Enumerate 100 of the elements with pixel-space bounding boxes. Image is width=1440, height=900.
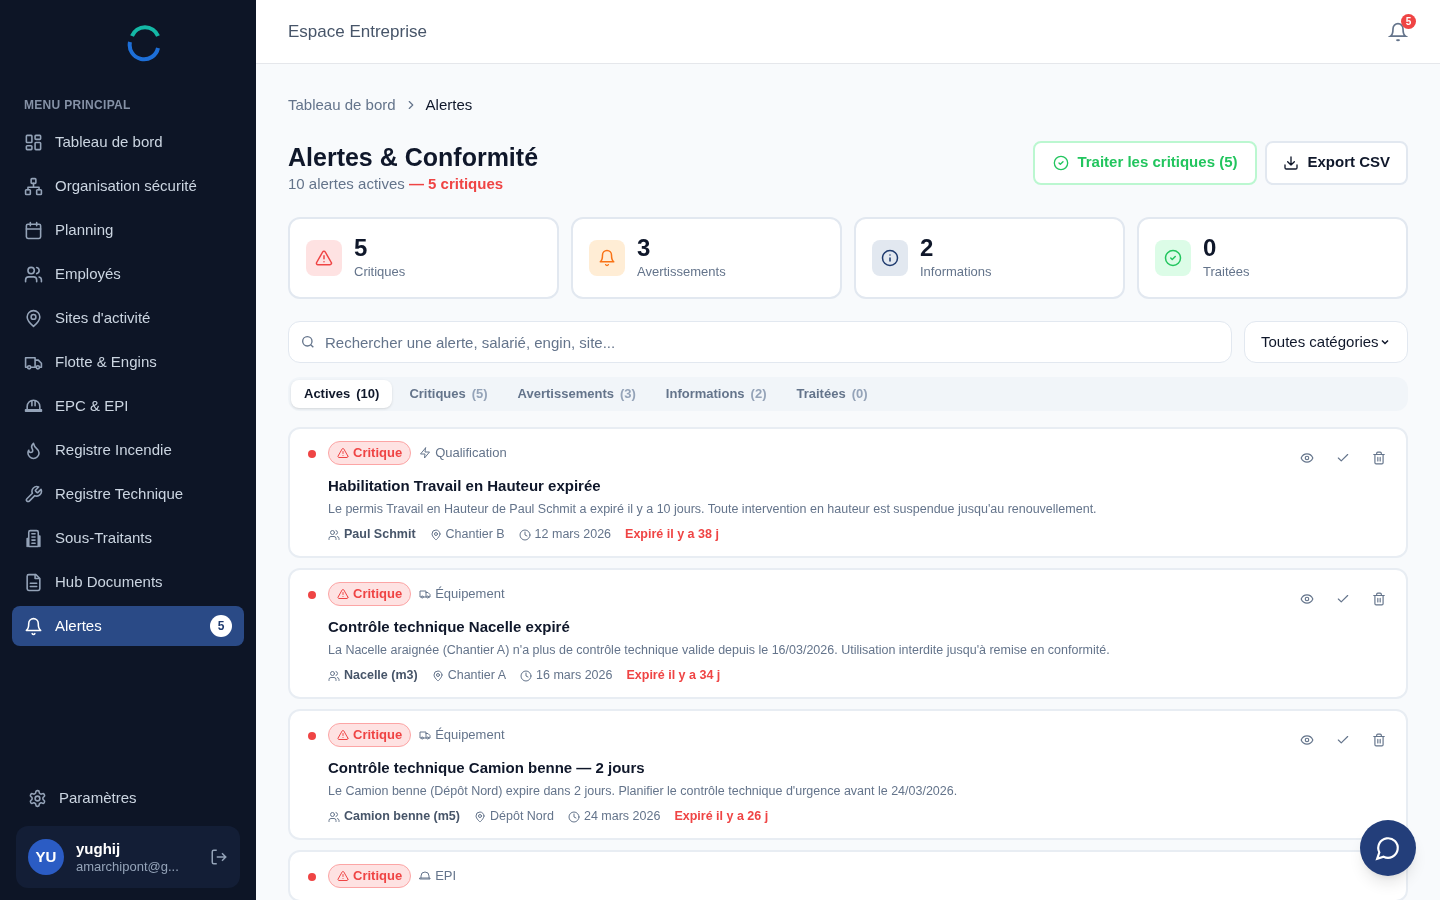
check-circle-icon	[1053, 154, 1070, 171]
chat-bubble-icon	[1375, 835, 1401, 861]
resolve-button[interactable]	[1336, 733, 1350, 747]
document-icon	[24, 572, 43, 592]
subject-label: Paul Schmit	[344, 526, 416, 544]
eye-icon	[1300, 733, 1314, 747]
filter-tab[interactable]: Informations (2)	[652, 380, 780, 408]
clock-icon	[567, 810, 580, 823]
clock-icon	[520, 669, 533, 682]
grid-icon	[24, 132, 43, 152]
severity-badge: Critique	[328, 723, 412, 747]
resolve-button[interactable]	[1336, 592, 1350, 606]
date-label: 24 mars 2026	[583, 808, 661, 826]
nav-item[interactable]: EPC & EPI	[12, 386, 244, 426]
view-button[interactable]	[1300, 592, 1314, 606]
check-icon	[1336, 592, 1350, 606]
category-label: Équipement	[435, 726, 505, 745]
filter-tab[interactable]: Avertissements (3)	[504, 380, 649, 408]
users-icon	[328, 669, 340, 682]
filter-tab[interactable]: Traitées (0)	[783, 380, 881, 408]
gear-icon	[28, 788, 47, 808]
nav-item[interactable]: Registre Technique	[12, 474, 244, 514]
trash-icon	[1372, 733, 1386, 747]
expiry-status: Expiré il y a 26 j	[674, 808, 769, 826]
delete-button[interactable]	[1372, 592, 1386, 606]
app-title: Espace Entreprise	[288, 20, 427, 43]
expiry-status: Expiré il y a 34 j	[626, 667, 721, 685]
stat-label: Traitées	[1203, 263, 1250, 282]
check-icon	[1336, 733, 1350, 747]
date-label: 12 mars 2026	[534, 526, 612, 544]
view-button[interactable]	[1300, 451, 1314, 465]
severity-badge: Critique	[328, 864, 412, 888]
nav-item[interactable]: Employés	[12, 254, 244, 294]
users-icon	[328, 528, 340, 541]
map-pin-icon	[474, 810, 486, 823]
nav-item[interactable]: Planning	[12, 210, 244, 250]
alert-description: Le Camion benne (Dépôt Nord) expire dans 2 jours. Planifier le contrôle technique d'urgence avant le 24/03/2026.	[328, 782, 959, 800]
stat-value: 0	[1203, 234, 1218, 263]
nav-item[interactable]: Registre Incendie	[12, 430, 244, 470]
category-label: Équipement	[435, 585, 505, 604]
severity-badge: Critique	[328, 441, 412, 465]
eye-icon	[1300, 592, 1314, 606]
building-icon	[24, 528, 43, 548]
category-select[interactable]: Toutes catégories	[1244, 321, 1408, 363]
resolve-button[interactable]	[1336, 451, 1350, 465]
site-label: Chantier A	[447, 667, 507, 685]
clock-icon	[518, 528, 531, 541]
nav-item[interactable]: Organisation sécurité	[12, 166, 244, 206]
count-badge: 5	[210, 615, 232, 637]
users-icon	[24, 264, 43, 284]
delete-button[interactable]	[1372, 733, 1386, 747]
export-button[interactable]: Export CSV	[1265, 140, 1408, 185]
nav-item[interactable]: Hub Documents	[12, 562, 244, 602]
info-icon	[881, 249, 899, 267]
logout-icon[interactable]	[210, 848, 228, 866]
breadcrumb-link[interactable]: Tableau de bord	[288, 94, 396, 117]
users-icon	[328, 810, 340, 823]
site-label: Dépôt Nord	[490, 808, 554, 826]
trash-icon	[1372, 451, 1386, 465]
severity-badge: Critique	[328, 582, 412, 606]
page-title: Alertes & Conformité	[288, 141, 539, 173]
filter-tab[interactable]: Critiques (5)	[396, 380, 501, 408]
lightning-icon	[419, 447, 432, 459]
bell-icon	[598, 249, 616, 267]
check-circle-icon	[1164, 249, 1182, 267]
flame-icon	[24, 440, 43, 460]
settings-link[interactable]: Paramètres	[16, 778, 240, 818]
stat-value: 2	[920, 234, 935, 263]
alert-title: Habilitation Travail en Hauteur expirée	[328, 476, 602, 496]
warning-triangle-icon	[337, 729, 349, 741]
warning-triangle-icon	[337, 870, 349, 882]
view-button[interactable]	[1300, 733, 1314, 747]
truck-icon	[419, 588, 432, 600]
nav-item[interactable]: Sites d'activité	[12, 298, 244, 338]
warning-triangle-icon	[315, 249, 333, 267]
category-label: Qualification	[435, 444, 507, 463]
breadcrumb-link[interactable]: Alertes	[425, 94, 473, 117]
download-icon	[1283, 154, 1300, 171]
hard-hat-icon	[419, 870, 432, 882]
eye-icon	[1300, 451, 1314, 465]
search-field[interactable]: Rechercher une alerte, salarié, engin, site...	[288, 321, 1232, 363]
search-icon	[300, 334, 316, 350]
calendar-icon	[24, 220, 43, 240]
section-title: MENU PRINCIPAL	[23, 97, 132, 114]
nav-item[interactable]: Alertes 5	[12, 606, 244, 646]
category-label: EPI	[435, 867, 457, 886]
bell-icon[interactable]	[1388, 21, 1408, 42]
notification-count: 5	[1401, 13, 1416, 29]
nav-item[interactable]: Flotte & Engins	[12, 342, 244, 382]
map-pin-icon	[429, 528, 442, 541]
page-subtitle: 10 alertes actives — 5 critiques	[288, 173, 505, 194]
alert-title: Contrôle technique Nacelle expiré	[328, 617, 571, 637]
map-pin-icon	[24, 308, 43, 328]
stat-value: 5	[354, 234, 369, 263]
network-icon	[24, 176, 43, 196]
nav-item[interactable]: Tableau de bord	[12, 122, 244, 162]
alert-description: La Nacelle araignée (Chantier A) n'a plus de contrôle technique valide depuis le 16/03/2026. Utilisation interdite jusqu'à remise en conformité.	[328, 641, 1111, 659]
filter-tab[interactable]: Actives (10)	[291, 380, 393, 408]
delete-button[interactable]	[1372, 451, 1386, 465]
nav-item[interactable]: Sous-Traitants	[12, 518, 244, 558]
